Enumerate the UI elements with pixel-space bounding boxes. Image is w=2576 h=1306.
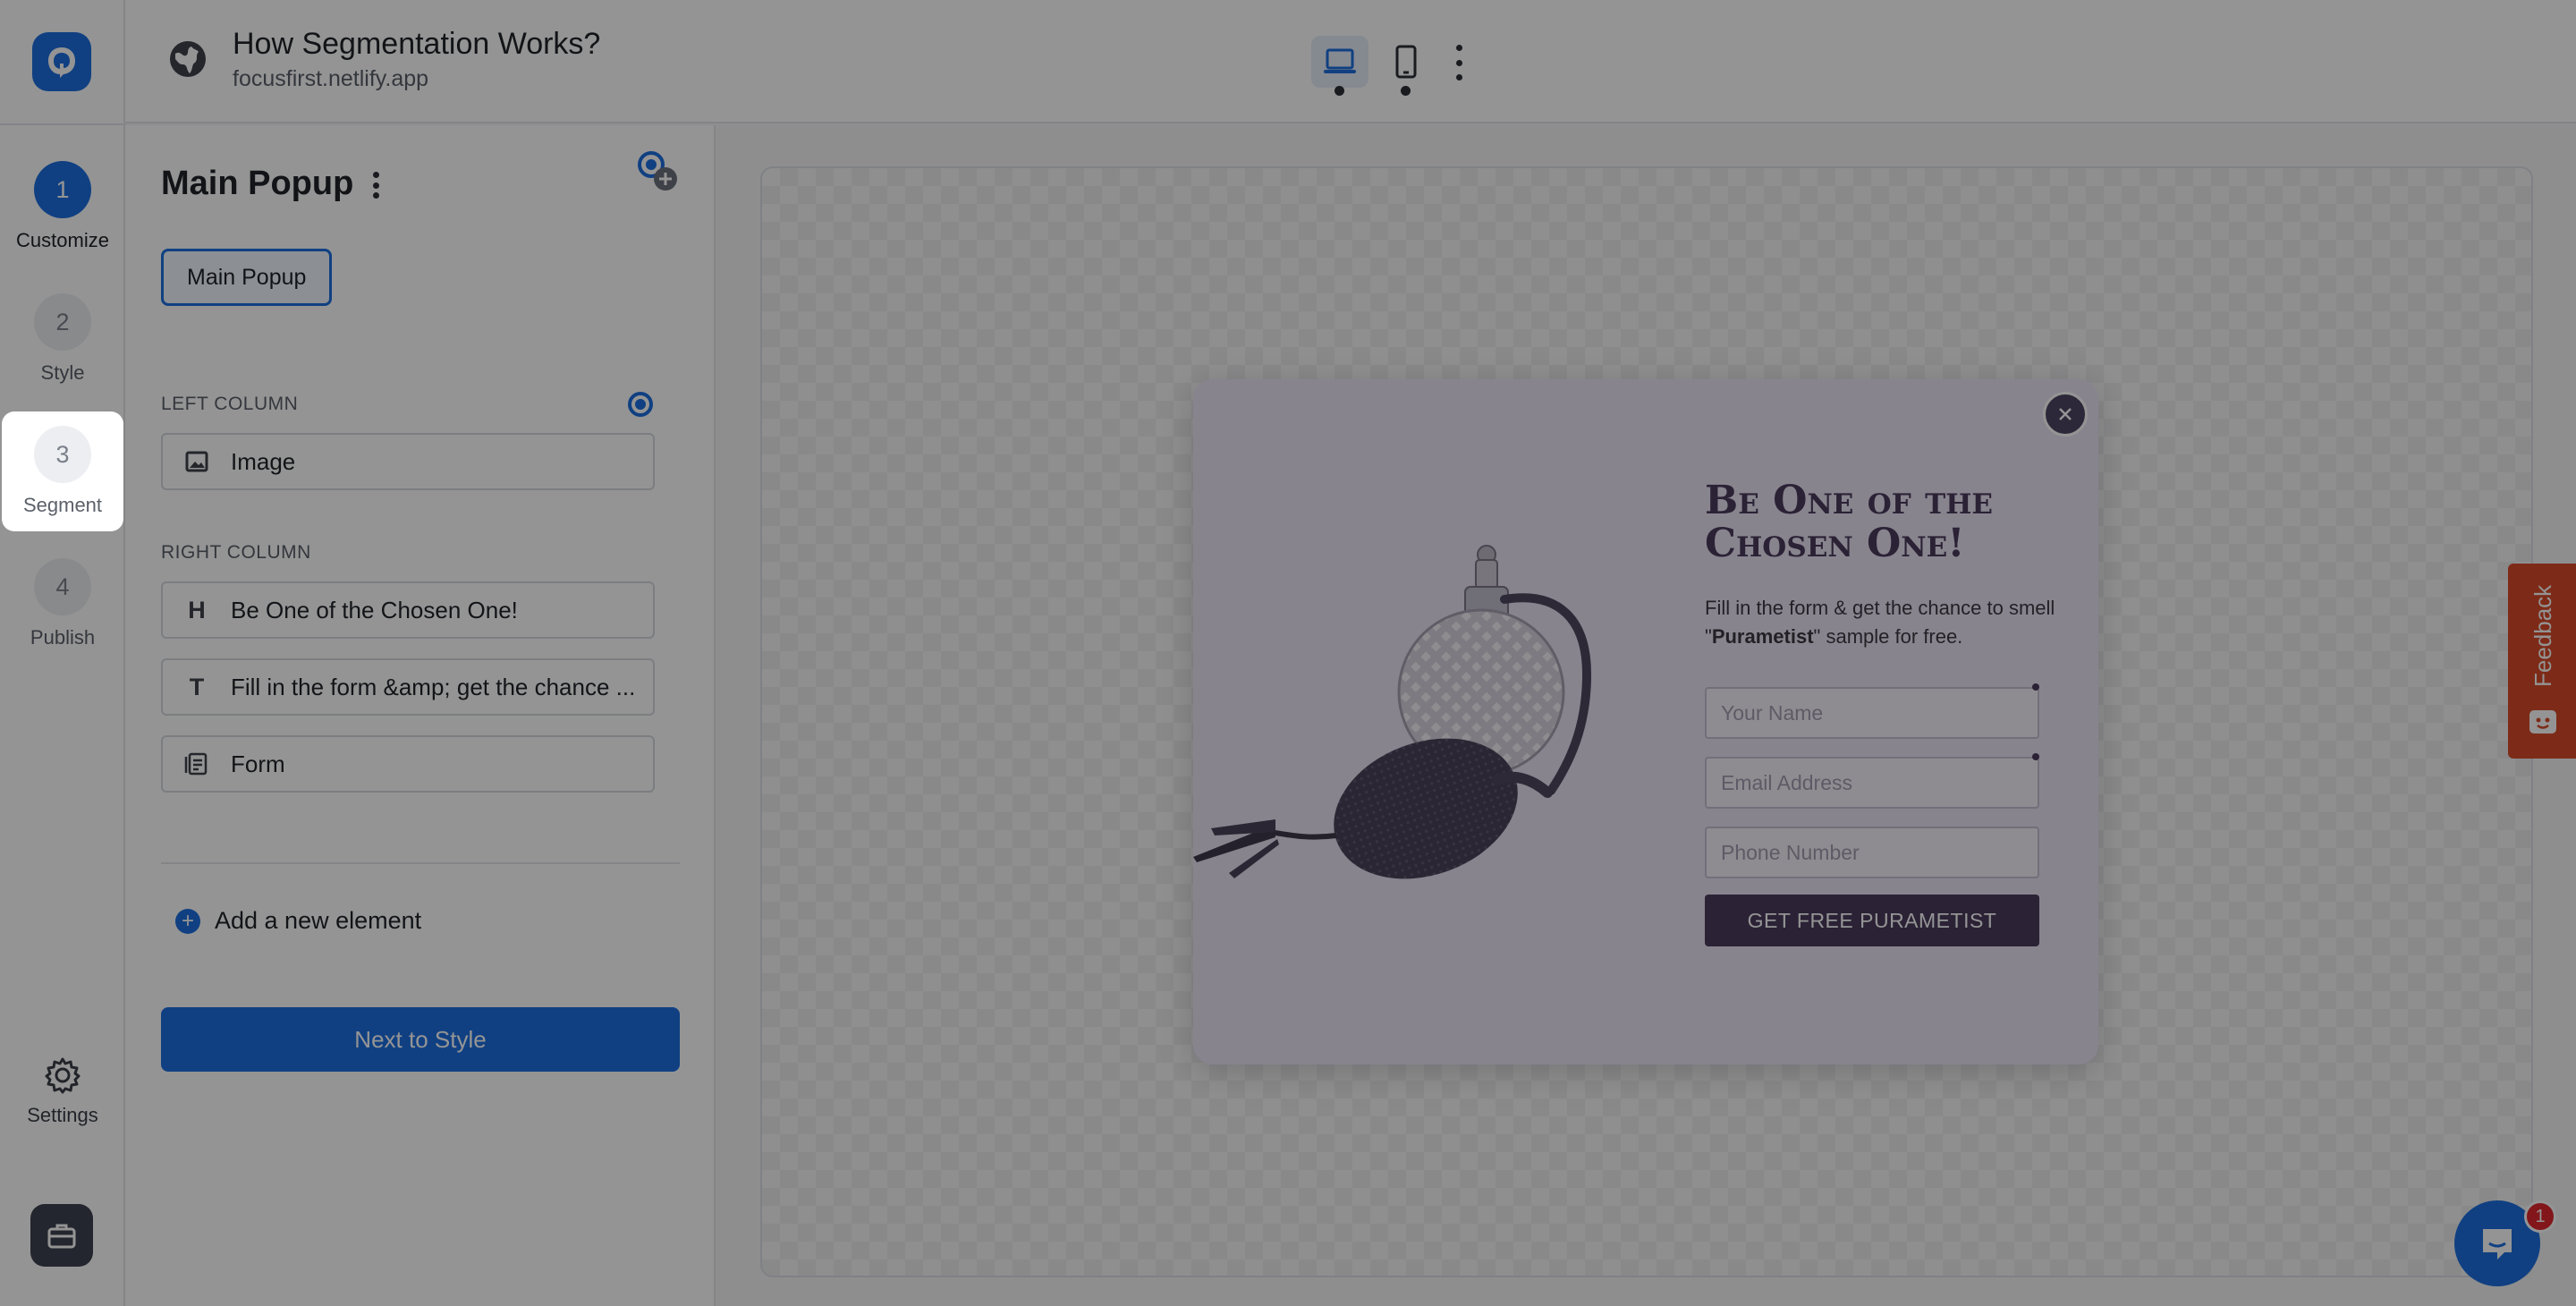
chat-notification-badge: 1 — [2524, 1200, 2556, 1233]
logo-icon — [48, 47, 75, 78]
element-label: Form — [231, 750, 285, 777]
popup-submit-button[interactable]: GET FREE PURAMETIST — [1705, 895, 2039, 946]
feedback-label: Feedback — [2529, 584, 2556, 687]
feedback-tab[interactable]: Feedback — [2508, 564, 2576, 759]
left-column-radio[interactable] — [628, 392, 653, 417]
form-icon — [163, 751, 231, 776]
site-title: How Segmentation Works? — [233, 27, 601, 61]
desktop-view-button[interactable] — [1311, 36, 1368, 88]
add-element-button[interactable]: + Add a new element — [175, 907, 421, 935]
step-number: 1 — [34, 161, 91, 218]
step-segment[interactable]: 3 Segment — [2, 411, 123, 531]
step-label: Segment — [22, 494, 103, 516]
phone-field[interactable]: Phone Number — [1705, 827, 2039, 878]
image-icon — [163, 449, 231, 474]
globe-icon — [170, 41, 206, 77]
panel-title: Main Popup — [161, 165, 354, 202]
step-label: Publish — [30, 626, 96, 649]
element-row-form[interactable]: Form — [161, 735, 655, 793]
desktop-indicator-dot — [1335, 86, 1344, 96]
step-customize[interactable]: 1 Customize — [0, 147, 125, 267]
description-text-end: " sample for free. — [1813, 625, 1963, 648]
step-label: Style — [40, 361, 85, 384]
element-panel: Main Popup Main Popup LEFT COLUMN Image … — [125, 125, 716, 1306]
element-row-image[interactable]: Image — [161, 433, 655, 490]
plus-icon: + — [175, 908, 200, 934]
rail-divider — [0, 123, 125, 125]
popup-heading: Be One of the Chosen One! — [1705, 478, 1994, 566]
step-number: 4 — [34, 558, 91, 615]
step-style[interactable]: 2 Style — [0, 279, 125, 399]
laptop-icon — [1324, 48, 1356, 73]
email-field[interactable]: Email Address — [1705, 753, 2039, 809]
popup-preview: Be One of the Chosen One! Fill in the fo… — [1193, 379, 2098, 1064]
element-label: Image — [231, 447, 296, 475]
popup-description: Fill in the form & get the chance to sme… — [1705, 594, 2063, 651]
email-placeholder: Email Address — [1721, 770, 1853, 794]
left-column-heading: LEFT COLUMN — [161, 394, 299, 414]
add-element-label: Add a new element — [215, 907, 422, 934]
close-icon[interactable] — [2043, 392, 2088, 437]
mobile-indicator-dot — [1401, 86, 1411, 96]
more-options-icon[interactable] — [1447, 45, 1470, 81]
step-label: Customize — [16, 229, 109, 251]
panel-divider — [161, 862, 680, 864]
perfume-bottle-image — [1193, 545, 1592, 879]
briefcase-icon — [47, 1224, 76, 1249]
settings-button[interactable]: Settings — [0, 1056, 125, 1127]
element-row-heading[interactable]: H Be One of the Chosen One! — [161, 581, 655, 639]
top-bar: How Segmentation Works? focusfirst.netli… — [125, 0, 2576, 123]
variant-tab-main-popup[interactable]: Main Popup — [161, 249, 333, 306]
site-domain: focusfirst.netlify.app — [233, 66, 429, 91]
name-field[interactable]: Your Name — [1705, 683, 2039, 739]
text-icon: T — [189, 673, 205, 700]
required-marker — [2032, 753, 2039, 760]
description-bold: Purametist — [1711, 625, 1814, 648]
element-label: Be One of the Chosen One! — [231, 596, 518, 623]
panel-more-icon[interactable] — [367, 172, 385, 199]
settings-label: Settings — [27, 1104, 98, 1126]
phone-icon — [1395, 45, 1417, 79]
step-number: 2 — [34, 293, 91, 351]
name-placeholder: Your Name — [1721, 700, 1824, 725]
feedback-face-icon — [2529, 710, 2556, 734]
app-logo[interactable] — [32, 32, 91, 91]
required-marker — [2032, 683, 2039, 691]
right-column-heading: RIGHT COLUMN — [161, 542, 311, 563]
element-label: Fill in the form &amp; get the chance ..… — [231, 673, 636, 700]
element-row-text[interactable]: T Fill in the form &amp; get the chance … — [161, 658, 655, 716]
step-publish[interactable]: 4 Publish — [0, 544, 125, 664]
heading-icon: H — [188, 596, 206, 623]
add-variant-icon[interactable] — [631, 145, 682, 195]
chat-icon — [2483, 1229, 2512, 1259]
step-number: 3 — [34, 426, 91, 483]
phone-placeholder: Phone Number — [1721, 840, 1860, 864]
briefcase-button[interactable] — [30, 1204, 93, 1267]
left-rail: 1 Customize 2 Style 4 Publish Settings — [0, 0, 125, 1306]
gear-icon — [45, 1057, 80, 1094]
next-to-style-button[interactable]: Next to Style — [161, 1007, 680, 1072]
mobile-view-button[interactable] — [1377, 36, 1435, 88]
